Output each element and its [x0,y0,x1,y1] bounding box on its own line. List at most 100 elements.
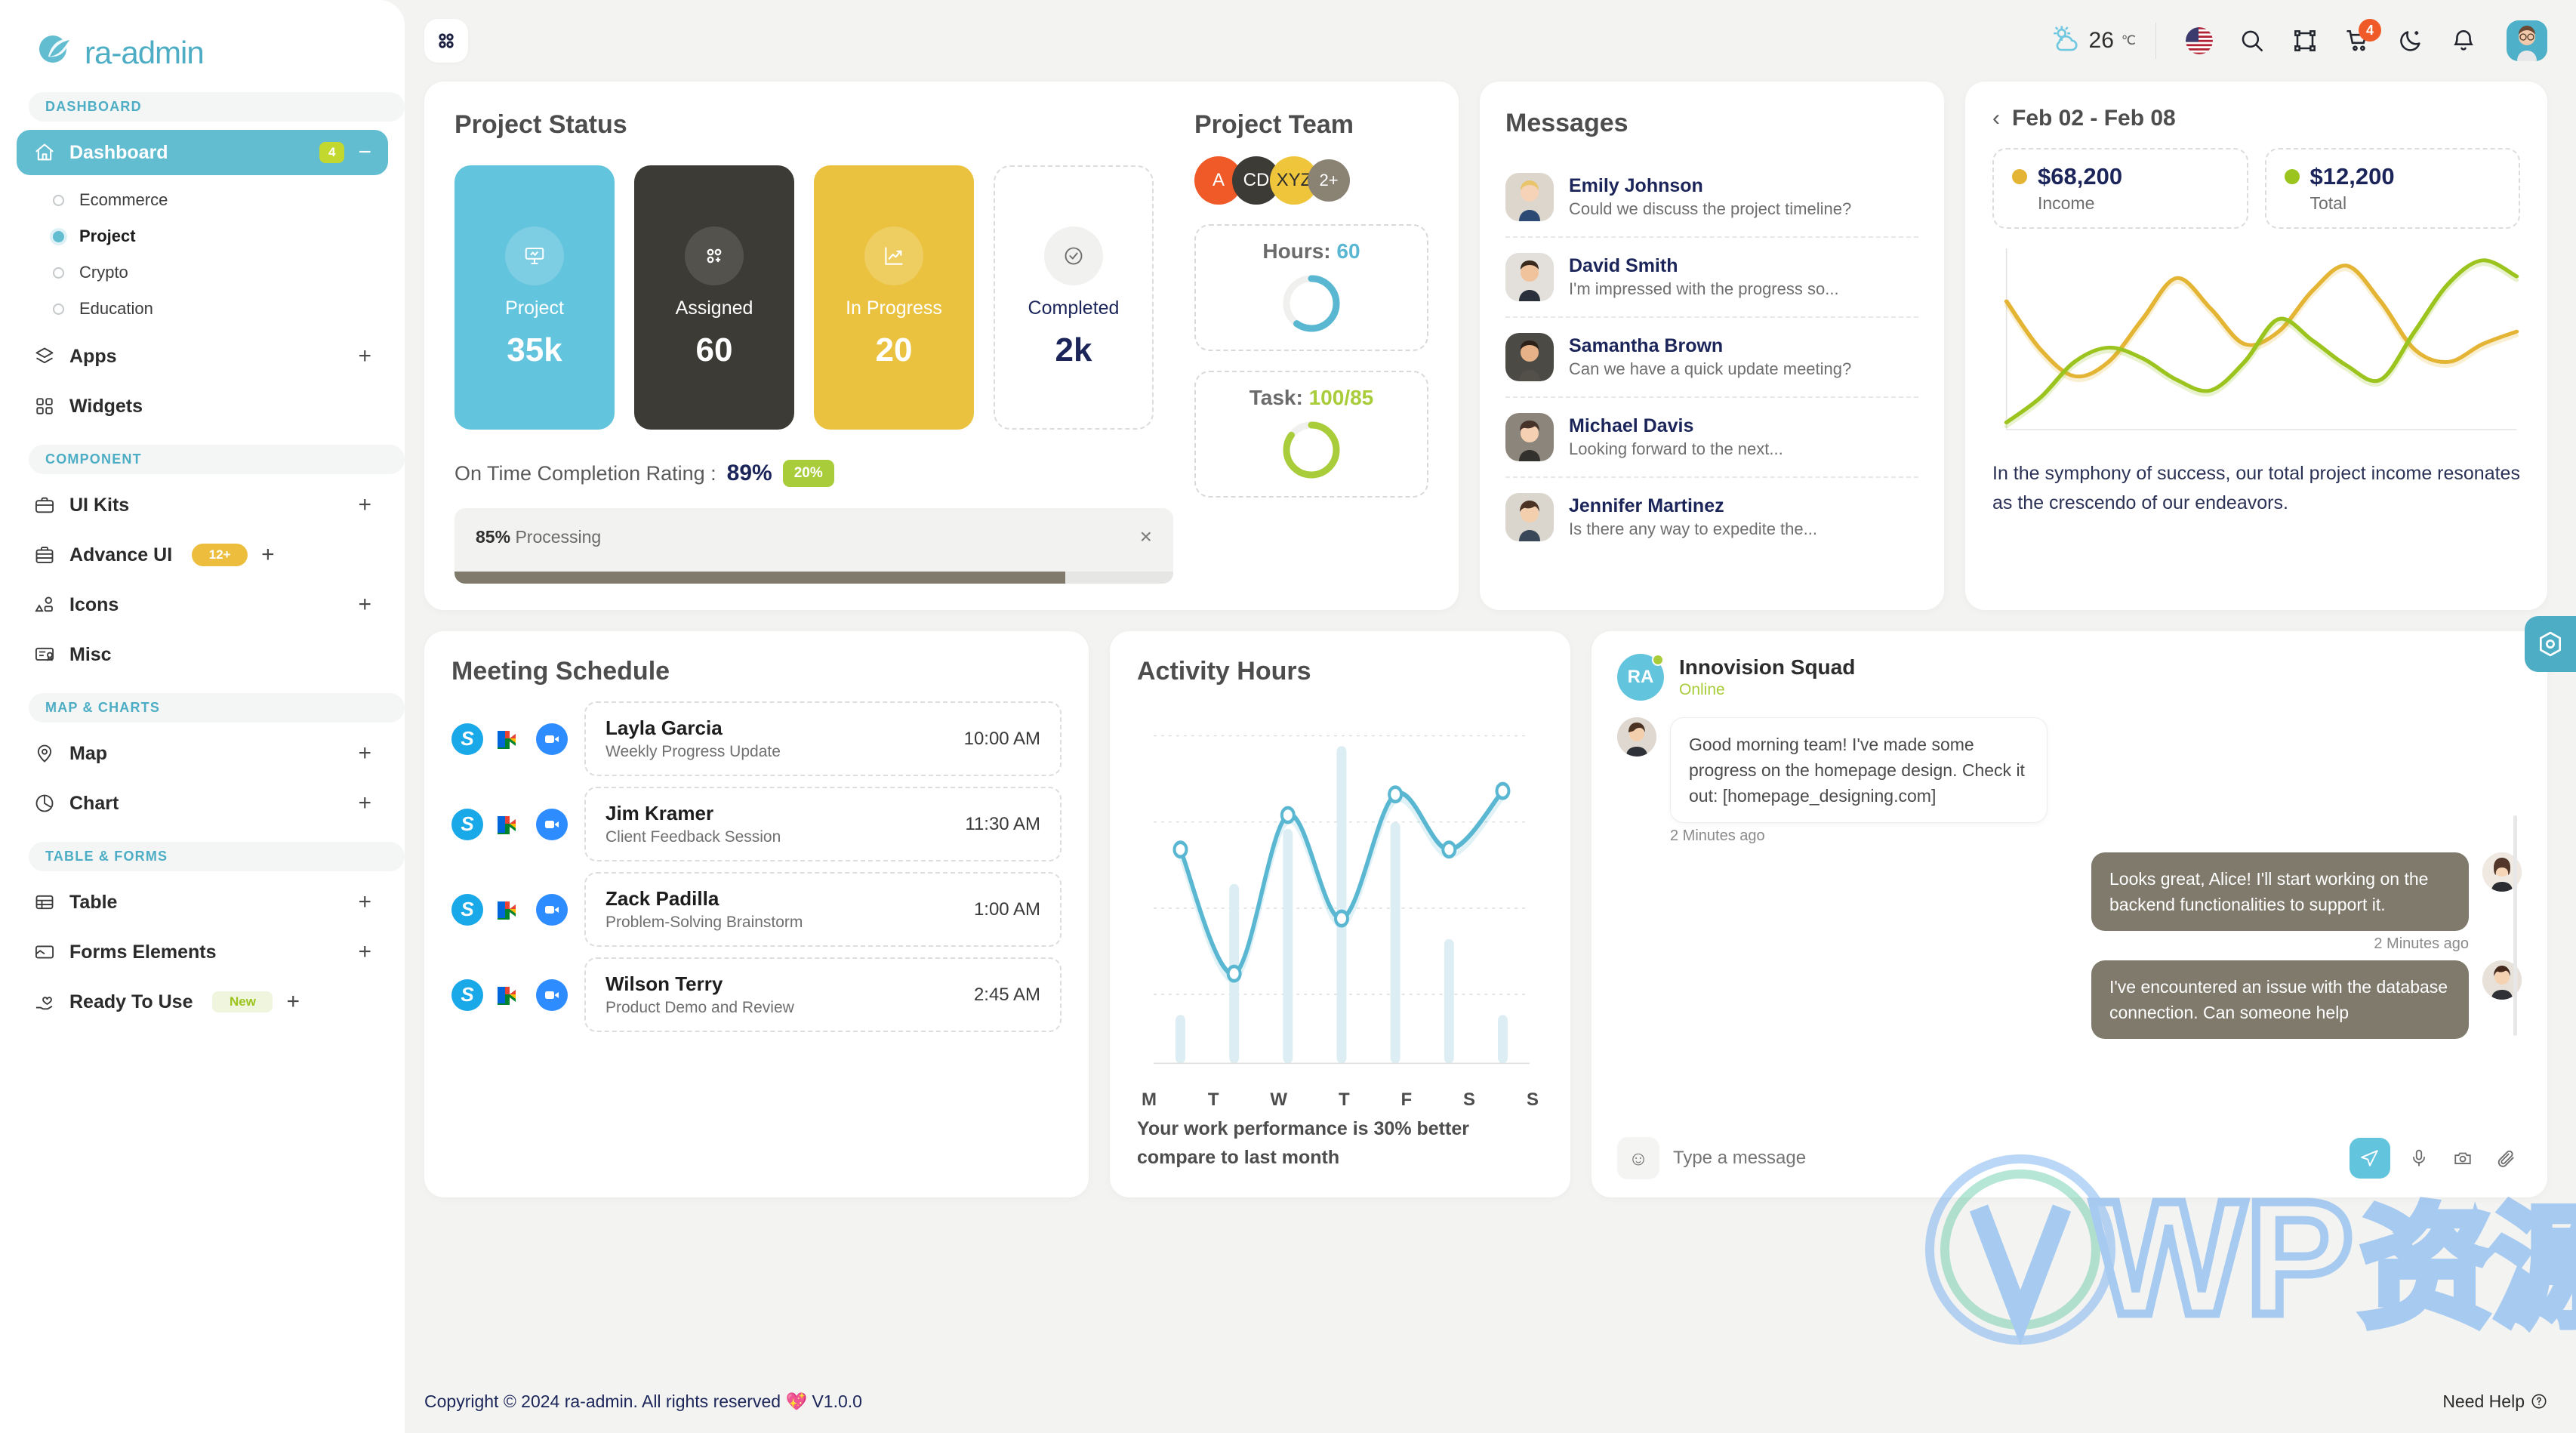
emoji-icon[interactable]: ☺ [1617,1137,1659,1179]
zoom-icon[interactable] [536,893,568,926]
avatar [1505,333,1554,381]
expand-icon[interactable]: + [358,941,371,963]
meeting-person: Jim Kramer [605,802,714,824]
list-item[interactable]: Samantha Brown Can we have a quick updat… [1505,318,1918,398]
bell-icon[interactable] [2450,27,2477,54]
sidebar-subitem-crypto[interactable]: Crypto [0,254,405,291]
income-card: ‹ Feb 02 - Feb 08 $68,200 Income $12,200… [1965,82,2547,610]
x-tick: W [1270,1089,1288,1110]
project-team-title: Project Team [1194,110,1354,139]
chevron-left-icon[interactable]: ‹ [1992,107,2000,130]
brand-logo[interactable]: ra-admin [0,0,405,79]
expand-icon[interactable]: + [358,742,371,765]
expand-icon[interactable]: + [261,544,275,566]
expand-icon[interactable]: + [358,593,371,616]
stat-income[interactable]: $68,200 Income [1992,148,2248,229]
sidebar-item-table[interactable]: Table + [17,880,388,925]
sidebar-item-chart[interactable]: Chart + [17,781,388,826]
tile-label: Project [505,297,564,319]
sidebar-toggle-button[interactable] [424,19,468,63]
footer: Copyright © 2024 ra-admin. All rights re… [405,1370,2576,1433]
list-item[interactable]: Michael Davis Looking forward to the nex… [1505,398,1918,478]
sidebar-item-ready-to-use[interactable]: Ready To Use New + [17,979,388,1025]
x-tick: M [1142,1089,1157,1110]
status-tile-completed[interactable]: Completed 2k [994,165,1154,430]
zoom-icon[interactable] [536,808,568,840]
status-tile-assigned[interactable]: Assigned 60 [634,165,794,430]
zoom-icon[interactable] [536,723,568,755]
tile-label: In Progress [846,297,942,319]
sidebar-item-label: Dashboard [69,141,168,163]
expand-icon[interactable]: + [358,345,371,368]
team-avatar-more[interactable]: 2+ [1308,159,1350,202]
scrollbar[interactable] [2513,815,2517,1036]
list-item[interactable]: Emily Johnson Could we discuss the proje… [1505,158,1918,238]
main-area: 26 ℃ 4 Project Status Project 35k Assign… [405,0,2576,1433]
zoom-icon[interactable] [536,978,568,1011]
sidebar-item-label: Advance UI [69,544,173,565]
chat-input[interactable] [1673,1148,2336,1169]
collapse-icon[interactable]: − [358,141,371,164]
message-preview: Is there any way to expedite the... [1569,519,1817,538]
sidebar-item-widgets[interactable]: Widgets [17,384,388,429]
sidebar-item-advance-ui[interactable]: Advance UI 12+ + [17,532,388,578]
microphone-icon[interactable] [2404,1143,2434,1173]
camera-icon[interactable] [2448,1143,2478,1173]
sidebar-item-forms-elements[interactable]: Forms Elements + [17,929,388,975]
expand-icon[interactable]: + [286,991,300,1013]
sidebar-subitem-ecommerce[interactable]: Ecommerce [0,182,405,218]
meeting-detail[interactable]: Jim Kramer Client Feedback Session 11:30… [584,787,1062,861]
status-tile-project[interactable]: Project 35k [454,165,615,430]
copyright-text: Copyright © 2024 ra-admin. All rights re… [424,1391,862,1411]
theme-customizer-button[interactable] [2525,616,2576,672]
skype-icon[interactable]: S [451,723,483,755]
cart-icon[interactable]: 4 [2344,19,2381,54]
sidebar-item-ui-kits[interactable]: UI Kits + [17,482,388,528]
skype-icon[interactable]: S [451,893,483,926]
expand-icon[interactable]: + [358,891,371,914]
status-badge: Online [1679,681,1725,698]
activity-hours-title: Activity Hours [1137,657,1311,686]
skype-icon[interactable]: S [451,808,483,840]
google-meet-icon[interactable] [494,893,525,926]
sidebar-item-icons[interactable]: Icons + [17,582,388,627]
need-help-button[interactable]: Need Help [2442,1391,2547,1412]
expand-icon[interactable]: + [358,792,371,815]
google-meet-icon[interactable] [494,723,525,755]
dashboard-subnav: Ecommerce Project Crypto Education [0,177,405,331]
hours-value: 60 [1336,239,1360,263]
x-tick: S [1526,1089,1539,1110]
attachment-icon[interactable] [2491,1143,2522,1173]
sidebar-item-dashboard[interactable]: Dashboard 4 − [17,130,388,175]
list-item[interactable]: David Smith I'm impressed with the progr… [1505,238,1918,318]
meeting-detail[interactable]: Zack Padilla Problem-Solving Brainstorm … [584,872,1062,947]
skype-icon[interactable]: S [451,978,483,1011]
hours-gauge-box: Hours: 60 [1194,224,1428,351]
topbar-actions: 26 ℃ 4 [2050,19,2547,61]
sidebar-item-map[interactable]: Map + [17,731,388,776]
chat-messages[interactable]: Good morning team! I've made some progre… [1617,717,2522,1126]
search-icon[interactable] [2239,27,2266,54]
google-meet-icon[interactable] [494,978,525,1011]
sidebar-item-misc[interactable]: Misc [17,632,388,677]
sidebar-subitem-project[interactable]: Project [0,218,405,254]
sidebar-item-apps[interactable]: Apps + [17,334,388,379]
weather-widget[interactable]: 26 ℃ [2050,23,2155,59]
list-item[interactable]: Jennifer Martinez Is there any way to ex… [1505,478,1918,556]
meeting-detail[interactable]: Wilson Terry Product Demo and Review 2:4… [584,957,1062,1032]
task-label: Task: 100/85 [1249,386,1374,410]
fullscreen-icon[interactable] [2291,27,2319,54]
dark-mode-icon[interactable] [2397,27,2424,54]
avatar[interactable] [2507,20,2547,61]
meeting-detail[interactable]: Layla Garcia Weekly Progress Update 10:0… [584,701,1062,776]
flag-icon[interactable] [2186,27,2213,54]
stat-total[interactable]: $12,200 Total [2264,148,2520,229]
sidebar-subitem-education[interactable]: Education [0,291,405,327]
send-icon[interactable] [2350,1138,2390,1179]
table-icon [33,891,56,914]
google-meet-icon[interactable] [494,808,525,840]
close-icon[interactable]: × [1140,526,1152,547]
expand-icon[interactable]: + [358,494,371,516]
status-tile-in-progress[interactable]: In Progress 20 [814,165,974,430]
x-tick: T [1338,1089,1350,1110]
